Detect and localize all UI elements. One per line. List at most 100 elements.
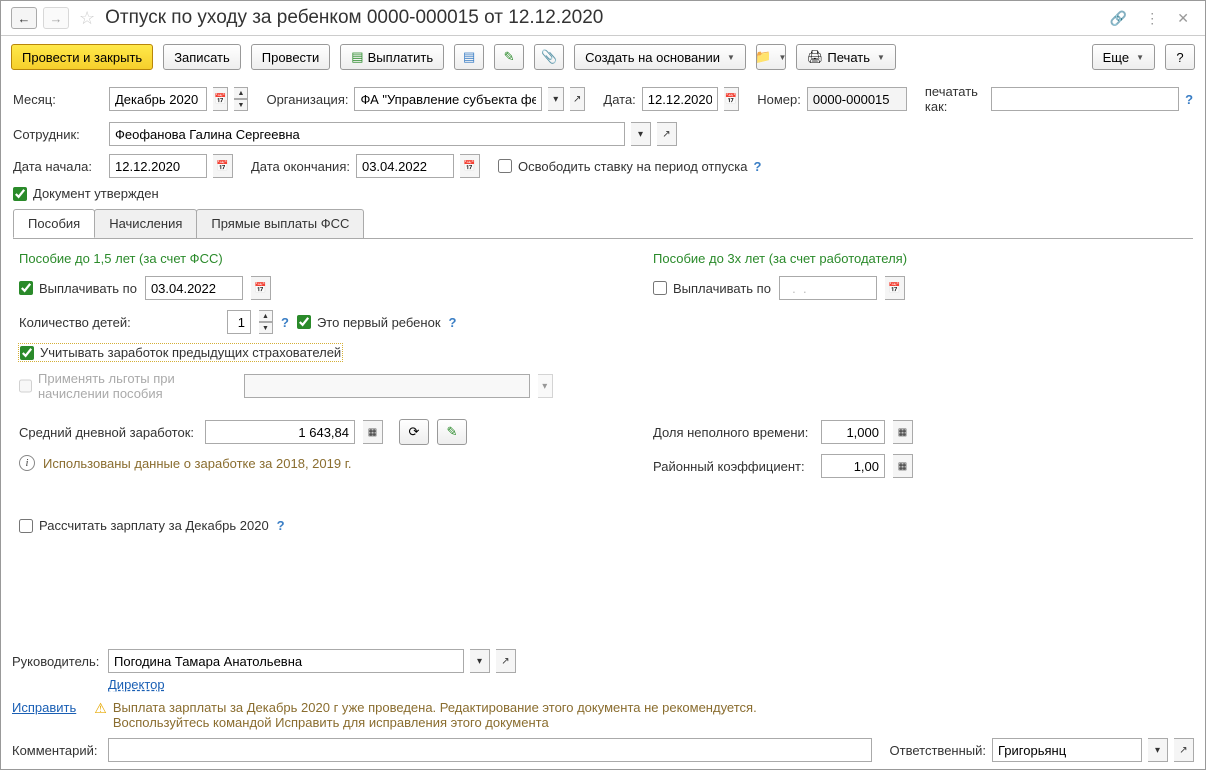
- district-coef-input[interactable]: [821, 454, 885, 478]
- edit-earning-button[interactable]: ✎: [437, 419, 467, 445]
- nav-forward-button[interactable]: →: [43, 7, 69, 29]
- more-button[interactable]: Еще▼: [1092, 44, 1155, 70]
- pencil-icon-button[interactable]: ✎: [494, 44, 524, 70]
- part-time-calc-icon[interactable]: ▦: [893, 420, 913, 444]
- date-input[interactable]: [642, 87, 718, 111]
- chevron-down-icon: ▼: [779, 53, 787, 62]
- pay-until-3y-date-input[interactable]: [779, 276, 877, 300]
- warning-text: Выплата зарплаты за Декабрь 2020 г уже п…: [113, 700, 757, 730]
- print-as-help-icon[interactable]: ?: [1185, 92, 1193, 107]
- end-date-input[interactable]: [356, 154, 454, 178]
- month-label: Месяц:: [13, 92, 103, 107]
- calendar-icon[interactable]: 📅: [213, 87, 228, 111]
- end-calendar-icon[interactable]: 📅: [460, 154, 480, 178]
- post-and-close-button[interactable]: Провести и закрыть: [11, 44, 153, 70]
- menu-dots-icon[interactable]: ⋮: [1139, 10, 1165, 27]
- comment-label: Комментарий:: [12, 743, 102, 758]
- number-input[interactable]: [807, 87, 907, 111]
- benefits-tab-content: Пособие до 1,5 лет (за счет ФСС) Выплачи…: [13, 239, 1193, 555]
- create-based-on-button[interactable]: Создать на основании▼: [574, 44, 746, 70]
- manager-position-link[interactable]: Директор: [108, 677, 165, 692]
- tab-fss-direct[interactable]: Прямые выплаты ФСС: [196, 209, 364, 238]
- print-as-input[interactable]: [991, 87, 1179, 111]
- first-child-help-icon[interactable]: ?: [449, 315, 457, 330]
- nav-back-button[interactable]: ←: [11, 7, 37, 29]
- responsible-dropdown-button[interactable]: ▾: [1148, 738, 1168, 762]
- fix-link[interactable]: Исправить: [12, 700, 76, 715]
- warning-line1: Выплата зарплаты за Декабрь 2020 г уже п…: [113, 700, 757, 715]
- pencil-icon: ✎: [447, 424, 458, 440]
- window-title: Отпуск по уходу за ребенком 0000-000015 …: [105, 7, 1098, 29]
- start-calendar-icon[interactable]: 📅: [213, 154, 233, 178]
- manager-input[interactable]: [108, 649, 464, 673]
- avg-daily-calc-icon[interactable]: ▦: [363, 420, 383, 444]
- link-icon[interactable]: 🔗: [1104, 10, 1133, 27]
- pay-until-3y-calendar-icon[interactable]: 📅: [885, 276, 905, 300]
- pay-until-calendar-icon[interactable]: 📅: [251, 276, 271, 300]
- children-count-label: Количество детей:: [19, 315, 219, 330]
- tab-accruals[interactable]: Начисления: [94, 209, 197, 238]
- benefit-type-input: [244, 374, 529, 398]
- refresh-button[interactable]: ⟳: [399, 419, 429, 445]
- apply-benefits-label: Применять льготы при начислении пособия: [38, 371, 236, 401]
- org-dropdown-button[interactable]: ▾: [548, 87, 563, 111]
- release-rate-checkbox[interactable]: Освободить ставку на период отпуска: [498, 159, 748, 174]
- print-button[interactable]: 🖨Печать▼: [796, 44, 896, 70]
- org-open-button[interactable]: ↗: [570, 87, 585, 111]
- prev-insurers-label: Учитывать заработок предыдущих страховат…: [40, 345, 341, 360]
- comment-input[interactable]: [108, 738, 872, 762]
- avg-daily-input[interactable]: [205, 420, 355, 444]
- doc-icon-button[interactable]: ▤: [454, 44, 484, 70]
- close-icon[interactable]: ✕: [1171, 10, 1195, 27]
- prev-insurers-checkbox[interactable]: Учитывать заработок предыдущих страховат…: [19, 344, 342, 361]
- month-input[interactable]: [109, 87, 207, 111]
- employee-dropdown-button[interactable]: ▾: [631, 122, 651, 146]
- command-toolbar: Провести и закрыть Записать Провести ▤Вы…: [1, 36, 1205, 78]
- calc-salary-help-icon[interactable]: ?: [277, 518, 285, 533]
- pay-until-date-input[interactable]: [145, 276, 243, 300]
- write-button[interactable]: Записать: [163, 44, 241, 70]
- date-calendar-icon[interactable]: 📅: [724, 87, 739, 111]
- calc-salary-checkbox[interactable]: Рассчитать зарплату за Декабрь 2020: [19, 518, 269, 533]
- month-down-button[interactable]: ▼: [234, 99, 248, 111]
- pay-until-checkbox[interactable]: Выплачивать по: [19, 281, 137, 296]
- fss-benefit-title: Пособие до 1,5 лет (за счет ФСС): [19, 251, 553, 266]
- children-up-button[interactable]: ▲: [259, 310, 273, 322]
- pay-button[interactable]: ▤Выплатить: [340, 44, 444, 70]
- release-help-icon[interactable]: ?: [753, 159, 761, 174]
- date-label: Дата:: [603, 92, 635, 107]
- tabs-bar: Пособия Начисления Прямые выплаты ФСС: [13, 209, 1193, 239]
- avg-daily-label: Средний дневной заработок:: [19, 425, 197, 440]
- post-button[interactable]: Провести: [251, 44, 331, 70]
- attachment-icon-button[interactable]: 📎: [534, 44, 564, 70]
- responsible-input[interactable]: [992, 738, 1142, 762]
- manager-open-button[interactable]: ↗: [496, 649, 516, 673]
- folder-arrow-button[interactable]: 📁▼: [756, 44, 786, 70]
- release-rate-label: Освободить ставку на период отпуска: [518, 159, 748, 174]
- children-down-button[interactable]: ▼: [259, 322, 273, 334]
- responsible-label: Ответственный:: [890, 743, 986, 758]
- responsible-open-button[interactable]: ↗: [1174, 738, 1194, 762]
- month-up-button[interactable]: ▲: [234, 87, 248, 99]
- district-calc-icon[interactable]: ▦: [893, 454, 913, 478]
- employee-input[interactable]: [109, 122, 625, 146]
- warning-icon: ⚠: [94, 700, 107, 717]
- favorite-star-icon[interactable]: ☆: [79, 8, 95, 29]
- employee-open-button[interactable]: ↗: [657, 122, 677, 146]
- help-button[interactable]: ?: [1165, 44, 1195, 70]
- org-input[interactable]: [354, 87, 542, 111]
- part-time-input[interactable]: [821, 420, 885, 444]
- tab-benefits[interactable]: Пособия: [13, 209, 95, 238]
- more-label: Еще: [1103, 50, 1129, 65]
- children-help-icon[interactable]: ?: [281, 315, 289, 330]
- children-count-input[interactable]: [227, 310, 251, 334]
- apply-benefits-checkbox: Применять льготы при начислении пособия: [19, 371, 236, 401]
- manager-dropdown-button[interactable]: ▾: [470, 649, 490, 673]
- start-date-input[interactable]: [109, 154, 207, 178]
- approved-checkbox[interactable]: Документ утвержден: [13, 186, 159, 201]
- part-time-label: Доля неполного времени:: [653, 425, 813, 440]
- pay-until-3y-label: Выплачивать по: [673, 281, 771, 296]
- first-child-checkbox[interactable]: Это первый ребенок: [297, 315, 441, 330]
- chevron-down-icon: ▼: [877, 53, 885, 62]
- pay-until-3y-checkbox[interactable]: Выплачивать по: [653, 281, 771, 296]
